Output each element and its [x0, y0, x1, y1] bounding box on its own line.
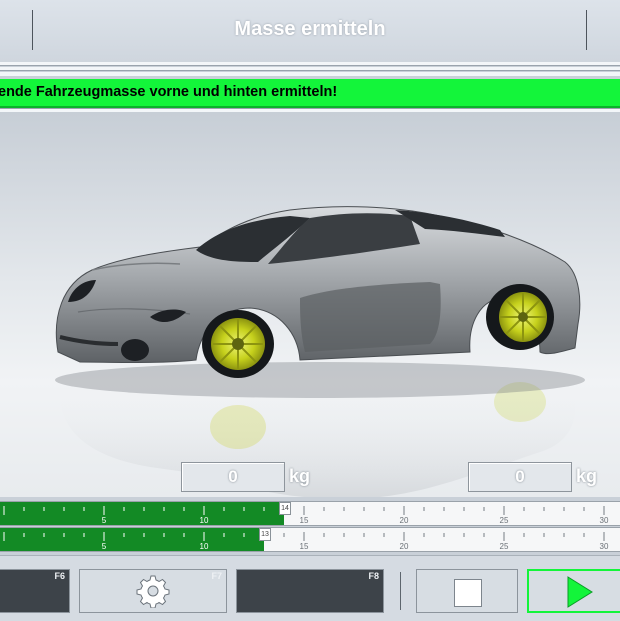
f8-key-label: F8 — [368, 571, 379, 581]
tick-label: 15 — [300, 516, 309, 525]
rear-weight-unit: kg — [576, 466, 598, 486]
rear-scale: 5 10 15 20 25 30 13 — [0, 527, 620, 552]
rear-scale-marker[interactable]: 13 — [259, 528, 271, 541]
f7-key-label: F7 — [211, 571, 222, 581]
play-icon — [567, 576, 593, 608]
divider — [0, 70, 620, 71]
f7-settings-button[interactable]: F7 — [79, 569, 227, 613]
tick-label: 5 — [102, 542, 107, 551]
tick-label: 20 — [400, 516, 409, 525]
front-weight-unit: kg — [289, 466, 311, 486]
divider — [0, 65, 620, 66]
tick-label: 25 — [500, 542, 509, 551]
instruction-text: ende Fahrzeugmasse vorne und hinten ermi… — [0, 84, 338, 100]
tick-label: 10 — [200, 516, 209, 525]
front-weight-display: 0 — [181, 462, 285, 492]
f8-button[interactable]: F8 — [236, 569, 384, 613]
tick-label: 30 — [600, 516, 609, 525]
front-scale-marker[interactable]: 14 — [279, 502, 291, 515]
tick-label: 25 — [500, 516, 509, 525]
f6-button[interactable]: F6 — [0, 569, 70, 613]
vehicle-view — [0, 112, 620, 497]
title-separator — [586, 10, 587, 50]
divider — [0, 72, 620, 76]
instruction-message: ende Fahrzeugmasse vorne und hinten ermi… — [0, 79, 620, 108]
car-illustration — [55, 206, 585, 497]
title-bar: Masse ermitteln — [0, 0, 620, 62]
tick-label: 15 — [300, 542, 309, 551]
rear-scale-ticks: 5 10 15 20 25 30 — [3, 532, 609, 551]
front-scale-ticks: 5 10 15 20 25 30 — [3, 506, 609, 525]
stop-icon — [454, 579, 482, 607]
f6-key-label: F6 — [54, 571, 65, 581]
rear-weight-display: 0 — [468, 462, 572, 492]
tick-label: 5 — [102, 516, 107, 525]
start-button[interactable] — [527, 569, 620, 613]
stop-button[interactable] — [416, 569, 518, 613]
tick-label: 10 — [200, 542, 209, 551]
tick-label: 20 — [400, 542, 409, 551]
page-title: Masse ermitteln — [234, 18, 386, 40]
tick-label: 30 — [600, 542, 609, 551]
front-scale: 5 10 15 20 25 30 14 — [0, 501, 620, 526]
gear-icon — [136, 575, 170, 608]
button-separator — [400, 572, 401, 610]
